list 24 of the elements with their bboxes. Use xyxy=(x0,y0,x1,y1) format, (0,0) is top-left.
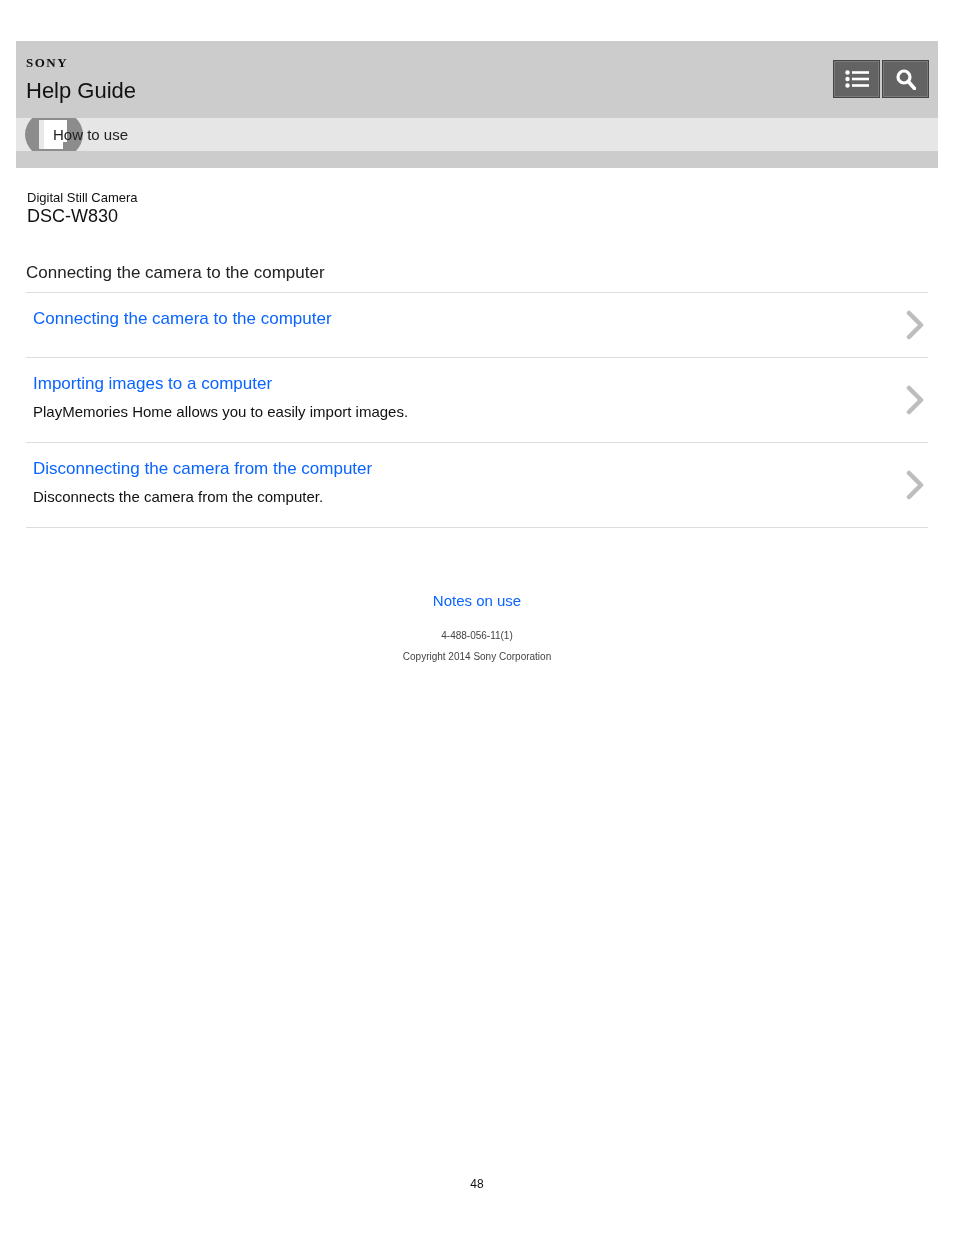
chevron-right-icon xyxy=(906,385,924,415)
section-title: Connecting the camera to the computer xyxy=(26,262,326,284)
product-model: DSC-W830 xyxy=(27,206,120,226)
topic-row[interactable]: Importing images to a computer PlayMemories Home allows you to easily import images. xyxy=(26,358,928,443)
topic-row[interactable]: Connecting the camera to the computer xyxy=(26,293,928,358)
site-title: Help Guide xyxy=(26,78,137,104)
menu-button[interactable] xyxy=(833,60,880,98)
chevron-right-icon xyxy=(906,310,924,340)
notes-link[interactable]: Notes on use xyxy=(432,591,522,611)
topic-row[interactable]: Disconnecting the camera from the computer Disconnects the camera from the computer. xyxy=(26,443,928,528)
document-code: 4-488-056-11(1) xyxy=(441,629,513,643)
search-icon xyxy=(895,68,916,90)
topic-link[interactable]: Connecting the camera to the computer xyxy=(33,308,332,330)
search-button[interactable] xyxy=(882,60,929,98)
topic-link[interactable]: Importing images to a computer xyxy=(33,373,273,395)
menu-icon xyxy=(844,70,869,88)
topic-description: Disconnects the camera from the computer. xyxy=(33,487,325,507)
page-number: 48 xyxy=(470,1176,484,1192)
topic-description: PlayMemories Home allows you to easily import images. xyxy=(33,402,410,422)
chevron-right-icon xyxy=(906,470,924,500)
brand-logo: SONY xyxy=(26,56,70,69)
product-category: Digital Still Camera xyxy=(27,190,139,206)
topic-link[interactable]: Disconnecting the camera from the computer xyxy=(33,458,373,480)
copyright-text: Copyright 2014 Sony Corporation xyxy=(402,650,552,664)
